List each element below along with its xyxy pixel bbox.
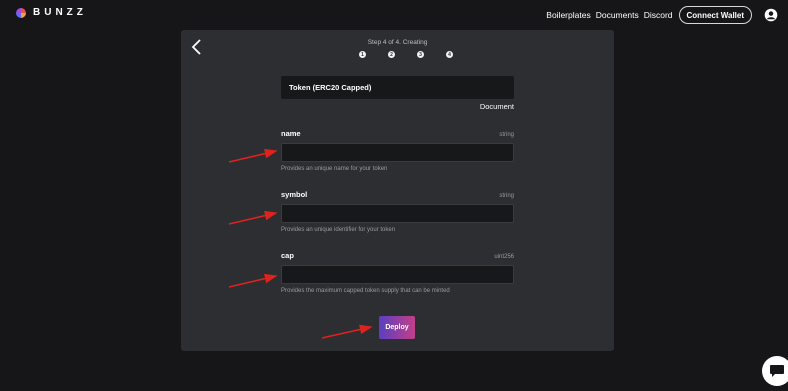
name-input[interactable] xyxy=(281,143,514,162)
cap-type: uint256 xyxy=(494,254,514,260)
logo-text: BUNZZ xyxy=(33,7,87,18)
bunzz-logo[interactable]: BUNZZ xyxy=(16,7,87,18)
connect-wallet-button[interactable]: Connect Wallet xyxy=(678,6,752,24)
step-2: 2 xyxy=(388,51,395,58)
name-label: name xyxy=(281,129,301,138)
nav-discord[interactable]: Discord xyxy=(644,10,673,20)
bunzz-logo-icon xyxy=(16,7,26,18)
chat-bubble-icon xyxy=(770,365,784,377)
cap-help: Provides the maximum capped token supply… xyxy=(281,288,450,294)
cap-input[interactable] xyxy=(281,265,514,284)
cap-label: cap xyxy=(281,251,294,260)
name-type: string xyxy=(499,132,514,138)
step-1: 1 xyxy=(359,51,366,58)
document-link[interactable]: Document xyxy=(480,102,514,111)
symbol-type: string xyxy=(499,193,514,199)
chat-widget-button[interactable] xyxy=(762,356,788,386)
symbol-label: symbol xyxy=(281,190,308,199)
symbol-help: Provides an unique identifier for your t… xyxy=(281,227,396,233)
nav-documents[interactable]: Documents xyxy=(596,10,639,20)
stepper: 1 2 3 4 xyxy=(359,51,453,58)
top-nav: Boilerplates Documents Discord Connect W… xyxy=(541,6,778,24)
deploy-panel: Step 4 of 4. Creating 1 2 3 4 Token (ERC… xyxy=(181,30,614,351)
name-help: Provides an unique name for your token xyxy=(281,166,388,172)
symbol-input[interactable] xyxy=(281,204,514,223)
step-label: Step 4 of 4. Creating xyxy=(367,39,428,46)
step-3: 3 xyxy=(417,51,424,58)
step-4: 4 xyxy=(446,51,453,58)
deploy-button[interactable]: Deploy xyxy=(379,316,415,339)
token-type-box: Token (ERC20 Capped) xyxy=(281,76,514,99)
user-account-icon[interactable] xyxy=(764,8,778,22)
nav-boilerplates[interactable]: Boilerplates xyxy=(546,10,590,20)
